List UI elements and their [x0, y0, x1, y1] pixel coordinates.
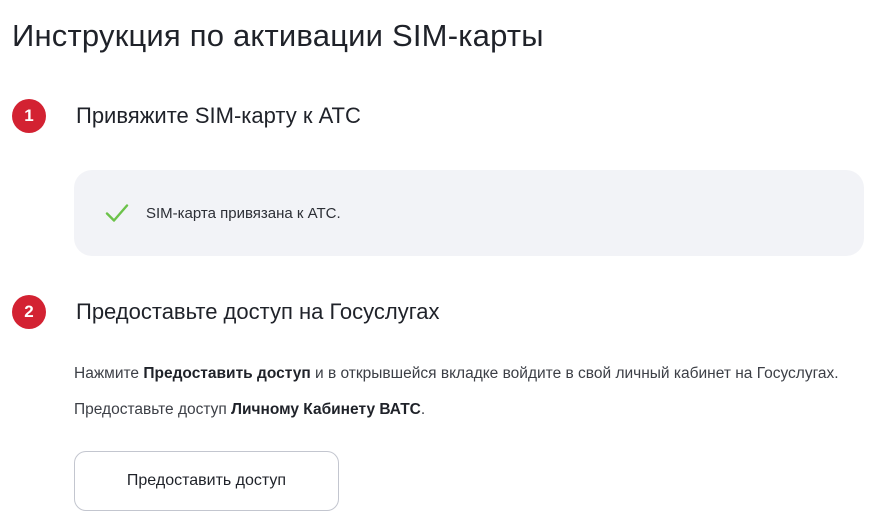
instruction-text: . — [420, 401, 426, 418]
sim-bound-status-box: SIM-карта привязана к АТС. — [74, 170, 864, 256]
instruction-text: Нажмите — [74, 365, 144, 382]
page-title: Инструкция по активации SIM-карты — [12, 18, 544, 53]
step-1-header: 1 Привяжите SIM-карту к АТС — [12, 99, 361, 133]
step-number-badge: 1 — [12, 99, 46, 133]
check-icon — [105, 204, 129, 222]
instruction-bold-cabinet-name: Личному Кабинету ВАТС — [231, 401, 421, 418]
step-title: Привяжите SIM-карту к АТС — [76, 103, 361, 128]
status-text: SIM-карта привязана к АТС. — [146, 204, 341, 222]
step-2-header: 2 Предоставьте доступ на Госуслугах — [12, 295, 440, 329]
instruction-bold-button-name: Предоставить доступ — [143, 365, 311, 382]
step-title: Предоставьте доступ на Госуслугах — [76, 299, 440, 324]
grant-access-button[interactable]: Предоставить доступ — [74, 451, 339, 511]
step-number-badge: 2 — [12, 295, 46, 329]
step-2-instructions: Нажмите Предоставить доступ и в открывше… — [74, 356, 874, 428]
